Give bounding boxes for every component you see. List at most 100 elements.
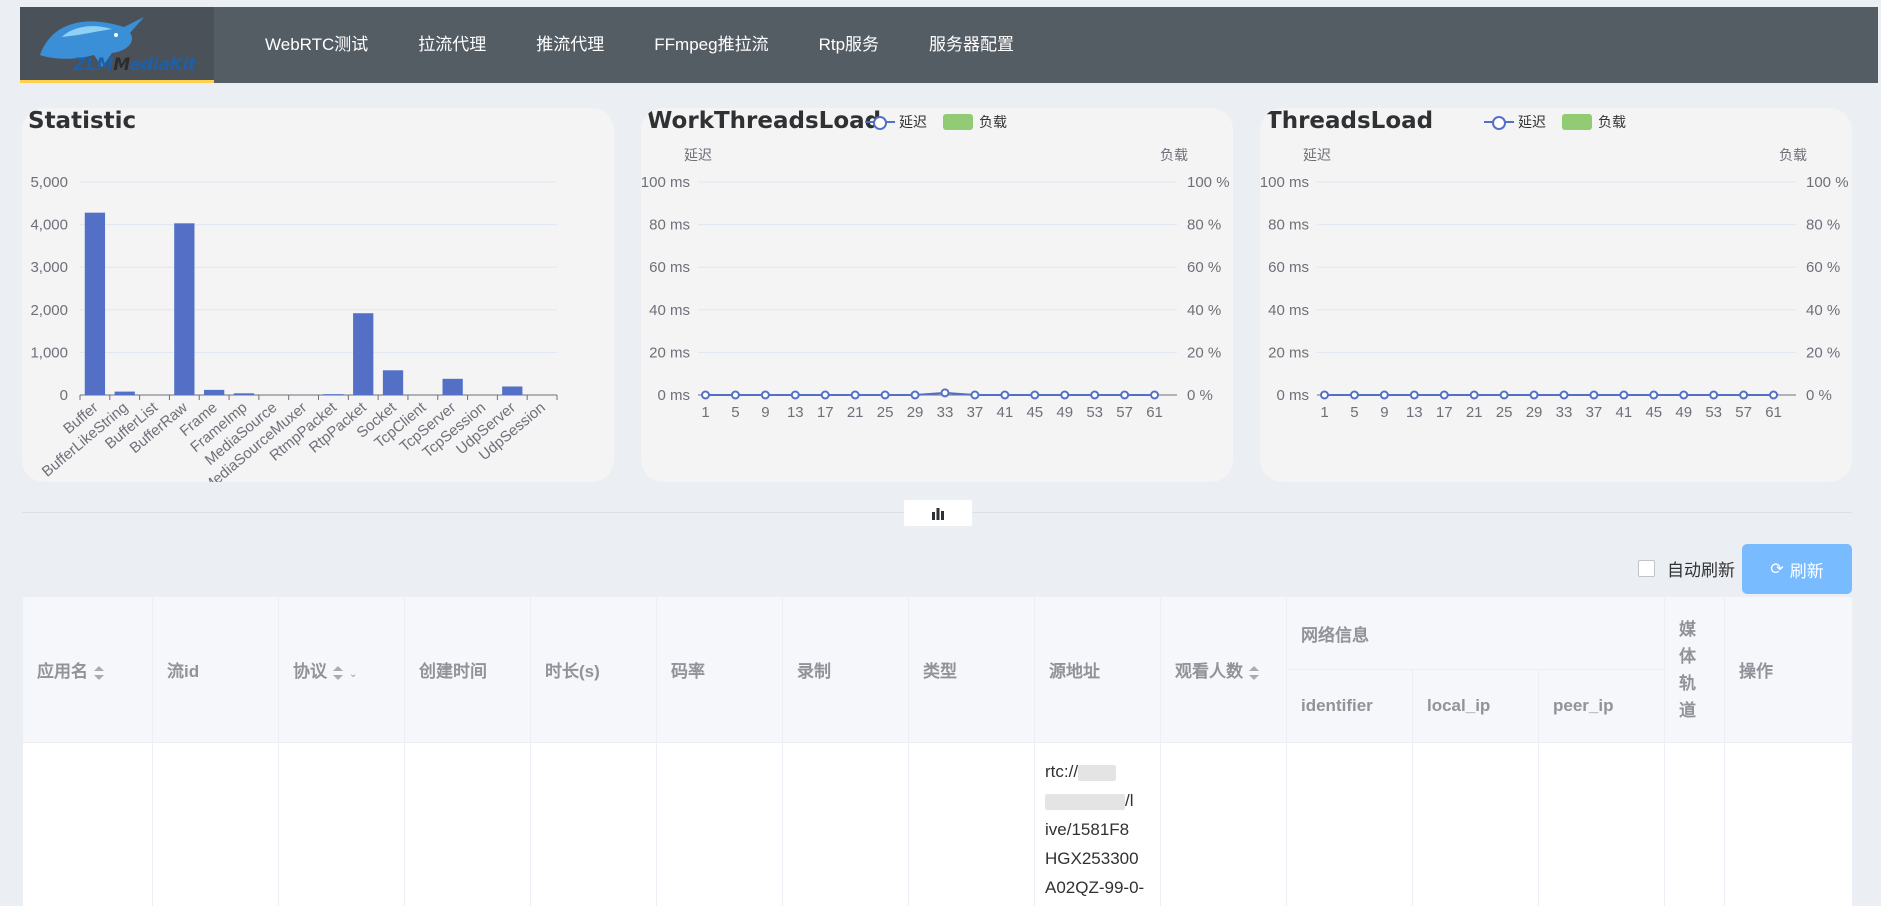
y-left-tick-label: 80 ms xyxy=(1268,217,1309,234)
series-point xyxy=(850,390,860,400)
col-created-time: 创建时间 xyxy=(404,596,531,743)
series-point xyxy=(1120,390,1130,400)
toggle-charts-button[interactable] xyxy=(904,500,972,526)
bar xyxy=(114,391,135,395)
x-tick-label: 25 xyxy=(1496,404,1513,421)
bar xyxy=(84,212,106,395)
y-right-tick-label: 0 % xyxy=(1806,387,1832,404)
series-point xyxy=(1769,390,1779,400)
y-right-tick-label: 100 % xyxy=(1806,174,1849,191)
x-tick-label: 53 xyxy=(1086,404,1103,421)
series-point xyxy=(1709,390,1719,400)
y-left-tick-label: 100 ms xyxy=(1260,174,1309,191)
series-point xyxy=(730,390,740,400)
y-right-tick-label: 40 % xyxy=(1187,302,1221,319)
x-tick-label: 9 xyxy=(1380,404,1388,421)
series-point xyxy=(1090,390,1100,400)
nav-webrtc[interactable]: WebRTC测试 xyxy=(240,7,393,83)
series-point xyxy=(1349,390,1359,400)
nav-rtp[interactable]: Rtp服务 xyxy=(794,7,904,83)
x-tick-label: 9 xyxy=(761,404,769,421)
series-point xyxy=(910,390,920,400)
bar xyxy=(233,393,255,395)
bar xyxy=(502,386,523,395)
left-axis-name: 延迟 xyxy=(684,148,712,164)
nav-ffmpeg[interactable]: FFmpeg推拉流 xyxy=(629,7,793,83)
x-tick-label: 5 xyxy=(731,404,739,421)
bar xyxy=(442,378,463,395)
y-right-tick-label: 80 % xyxy=(1187,217,1221,234)
series-point xyxy=(760,390,770,400)
series-point xyxy=(1739,390,1749,400)
x-tick-label: 37 xyxy=(1586,404,1603,421)
nav-push-proxy[interactable]: 推流代理 xyxy=(511,7,629,83)
series-point xyxy=(1619,390,1629,400)
cell-viewers xyxy=(1160,742,1287,906)
x-tick-label: 25 xyxy=(877,404,894,421)
bar xyxy=(204,389,225,395)
series-point xyxy=(970,390,980,400)
x-tick-label: 41 xyxy=(1616,404,1633,421)
col-viewers[interactable]: 观看人数 xyxy=(1160,596,1287,743)
col-schema[interactable]: 协议 ⌄ xyxy=(278,596,405,743)
table-row: rtc:// /l ive/1581F8 HGX253300 A02QZ-99-… xyxy=(22,742,1854,906)
x-tick-label: 49 xyxy=(1675,404,1692,421)
col-type: 类型 xyxy=(908,596,1035,743)
y-left-tick-label: 60 ms xyxy=(649,259,690,276)
x-tick-label: 13 xyxy=(787,404,804,421)
auto-refresh-checkbox[interactable] xyxy=(1638,560,1655,577)
sort-icon[interactable] xyxy=(333,665,343,681)
x-tick-label: 41 xyxy=(997,404,1014,421)
x-tick-label: 37 xyxy=(967,404,984,421)
series-point xyxy=(1649,390,1659,400)
series-point xyxy=(1679,390,1689,400)
sort-icon[interactable] xyxy=(94,665,104,681)
cell-schema xyxy=(278,742,405,906)
y-right-tick-label: 60 % xyxy=(1187,259,1221,276)
cell-app xyxy=(22,742,153,906)
x-tick-label: 21 xyxy=(1466,404,1483,421)
series-point xyxy=(700,390,710,400)
series-point xyxy=(1060,390,1070,400)
x-tick-label: 17 xyxy=(817,404,834,421)
y-left-tick-label: 60 ms xyxy=(1268,259,1309,276)
series-point xyxy=(1469,390,1479,400)
x-tick-label: 53 xyxy=(1705,404,1722,421)
nav-pull-proxy[interactable]: 拉流代理 xyxy=(393,7,511,83)
logo[interactable]: ZLMMediaKit xyxy=(20,7,214,83)
col-operations: 操作 xyxy=(1724,596,1854,743)
auto-refresh-toggle[interactable]: 自动刷新 xyxy=(1638,556,1735,581)
x-tick-label: 13 xyxy=(1406,404,1423,421)
cell-ops xyxy=(1724,742,1854,906)
series-point xyxy=(880,390,890,400)
main-nav: WebRTC测试 拉流代理 推流代理 FFmpeg推拉流 Rtp服务 服务器配置 xyxy=(214,7,1039,83)
sort-icon[interactable] xyxy=(1249,665,1259,681)
y-left-tick-label: 0 ms xyxy=(1276,387,1309,404)
logo-text: ZLMMediaKit xyxy=(74,55,196,75)
series-point xyxy=(1529,390,1539,400)
redacted-block xyxy=(1078,764,1117,781)
y-right-tick-label: 40 % xyxy=(1806,302,1840,319)
filter-chevron-icon[interactable]: ⌄ xyxy=(349,669,357,680)
y-tick-label: 3,000 xyxy=(30,259,68,276)
series-line xyxy=(705,391,1155,396)
refresh-label: 刷新 xyxy=(1789,561,1824,581)
col-duration: 时长(s) xyxy=(530,596,657,743)
series-point xyxy=(790,390,800,400)
stream-table: 应用名 流id 协议 ⌄ 创建时间 时长(s) 码率 录制 类型 源地址 观看人数… xyxy=(22,596,1854,906)
series-point xyxy=(1559,390,1569,400)
refresh-button[interactable]: ⟳ 刷新 xyxy=(1742,544,1852,594)
y-tick-label: 0 xyxy=(60,387,68,404)
y-left-tick-label: 40 ms xyxy=(649,302,690,319)
y-tick-label: 2,000 xyxy=(30,302,68,319)
y-tick-label: 5,000 xyxy=(30,174,68,191)
col-app-name[interactable]: 应用名 xyxy=(22,596,153,743)
y-right-tick-label: 100 % xyxy=(1187,174,1230,191)
cell-local-ip xyxy=(1412,742,1539,906)
nav-server-config[interactable]: 服务器配置 xyxy=(904,7,1039,83)
auto-refresh-label: 自动刷新 xyxy=(1667,561,1735,580)
origin-url-text: rtc:// /l ive/1581F8 HGX253300 A02QZ-99-… xyxy=(1045,762,1145,897)
series-point xyxy=(1499,390,1509,400)
y-tick-label: 4,000 xyxy=(30,217,68,234)
y-left-tick-label: 0 ms xyxy=(657,387,690,404)
